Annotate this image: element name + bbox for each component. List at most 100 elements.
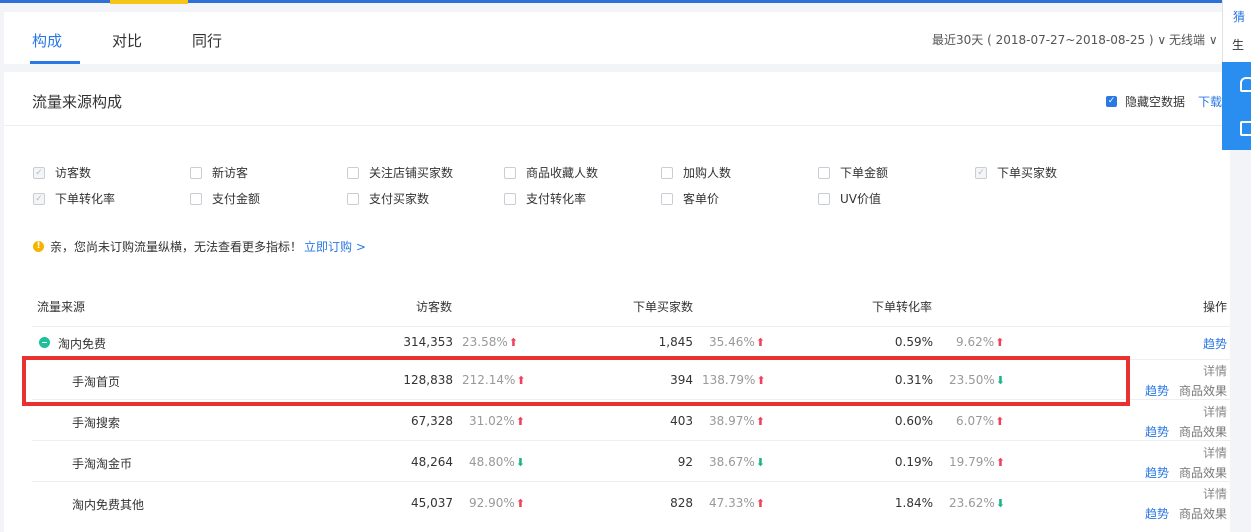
detail-link[interactable]: 详情 [1203,485,1227,502]
conversion-change: 6.07% ⬆ [956,414,1004,428]
arrow-down-icon: ⬇ [755,455,765,469]
arrow-up-icon: ⬆ [995,414,1005,428]
device-selector[interactable]: 无线端 ∨ [1169,31,1218,48]
divider [32,326,1230,327]
visitors-value: 48,264 [411,455,453,469]
side-panel-title: 猜 [1233,10,1246,24]
metric-order-amount[interactable]: 下单金额 [818,164,888,181]
subscription-notice: ! 亲，您尚未订购流量纵横，无法查看更多指标！ 立即订购 > [33,238,366,255]
trend-link[interactable]: 趋势 [1145,505,1169,522]
arrow-up-icon: ⬆ [515,414,525,428]
buyers-value: 828 [670,496,693,510]
change-value: 38.97% [709,414,755,428]
change-value: 9.62% [956,335,995,349]
item-effect-link[interactable]: 商品效果 [1179,505,1227,522]
hide-empty-checkbox[interactable]: ✓ 隐藏空数据 [1106,93,1185,110]
side-bell-button[interactable] [1222,62,1251,106]
item-effect-link[interactable]: 商品效果 [1179,382,1227,399]
download-link[interactable]: 下载 [1198,93,1222,110]
metric-label: 下单金额 [840,166,889,180]
arrow-up-icon: ⬆ [995,455,1005,469]
tabs-bar: 构成 对比 同行 最近30天 ( 2018-07-27~2018-08-25 )… [4,12,1230,64]
source-name: 手淘搜索 [72,416,121,430]
metric-new-visitors[interactable]: 新访客 [190,164,248,181]
arrow-up-icon: ⬆ [515,496,525,510]
visitors-change: 48.80% ⬇ [469,455,525,469]
trend-link[interactable]: 趋势 [1145,382,1169,399]
traffic-source-panel: 流量来源构成 ✓ 隐藏空数据 下载 ✓ 访客数 新访客 关注店铺买家数 商品收藏… [4,72,1230,532]
metric-uv-value[interactable]: UV价值 [818,190,881,207]
buyers-value: 1,845 [658,335,693,349]
date-range-selector[interactable]: 最近30天 ( 2018-07-27~2018-08-25 ) ∨ [932,31,1166,48]
metric-label: UV价值 [840,192,881,206]
checkbox-icon [661,192,673,205]
metric-order-conversion[interactable]: ✓ 下单转化率 [33,190,115,207]
change-value: 92.90% [469,496,515,510]
change-value: 47.33% [709,496,755,510]
arrow-up-icon: ⬆ [755,496,765,510]
visitors-change: 92.90% ⬆ [469,496,525,510]
source-name: 淘内免费其他 [72,498,145,512]
detail-link[interactable]: 详情 [1203,403,1227,420]
trend-link[interactable]: 趋势 [1145,464,1169,481]
metric-pay-amount[interactable]: 支付金额 [190,190,260,207]
side-panel-subtitle: 生 [1232,38,1245,52]
tab-peers[interactable]: 同行 [192,30,222,51]
side-panel-header[interactable]: 猜 生 [1222,0,1251,62]
source-name: 淘内免费 [58,337,107,351]
header-actions: 操作 [1203,300,1228,314]
metric-add-to-cart[interactable]: 加购人数 [661,164,731,181]
metric-label: 下单买家数 [997,166,1058,180]
trend-link[interactable]: 趋势 [1203,335,1227,352]
conversion-value: 0.19% [894,455,933,469]
change-value: 23.62% [949,496,995,510]
detail-link[interactable]: 详情 [1203,444,1227,461]
checkbox-icon [347,192,359,205]
visitors-value: 314,353 [403,335,453,349]
change-value: 35.46% [709,335,755,349]
checkbox-icon [504,166,516,179]
checkbox-checked-icon: ✓ [1106,96,1117,107]
metric-shop-followers[interactable]: 关注店铺买家数 [347,164,453,181]
checkbox-icon [190,192,202,205]
tab-compare[interactable]: 对比 [112,30,142,51]
header-visitors: 访客数 [416,300,453,314]
metric-item-favorites[interactable]: 商品收藏人数 [504,164,598,181]
item-effect-link[interactable]: 商品效果 [1179,464,1227,481]
collapse-icon[interactable] [39,337,50,348]
metric-label: 新访客 [212,166,249,180]
metric-pay-buyers[interactable]: 支付买家数 [347,190,429,207]
metric-label: 支付转化率 [526,192,587,206]
change-value: 38.67% [709,455,755,469]
metric-visitors[interactable]: ✓ 访客数 [33,164,91,181]
subscribe-link[interactable]: 立即订购 > [304,238,366,255]
feedback-icon [1240,121,1251,136]
metric-label: 加购人数 [683,166,732,180]
active-tab-indicator [30,61,80,64]
metric-label: 支付金额 [212,192,261,206]
change-value: 6.07% [956,414,995,428]
metric-pay-conversion[interactable]: 支付转化率 [504,190,586,207]
metric-order-buyers[interactable]: ✓ 下单买家数 [975,164,1057,181]
change-value: 23.58% [462,335,508,349]
item-effect-link[interactable]: 商品效果 [1179,423,1227,440]
visitors-value: 67,328 [411,414,453,428]
change-value: 19.79% [949,455,995,469]
side-feedback-button[interactable] [1222,106,1251,150]
conversion-change: 9.62% ⬆ [956,335,1004,349]
change-value: 48.80% [469,455,515,469]
arrow-up-icon: ⬆ [508,335,518,349]
checkbox-icon [818,192,830,205]
metric-label: 下单转化率 [55,192,116,206]
metric-label: 关注店铺买家数 [369,166,454,180]
detail-link[interactable]: 详情 [1203,362,1227,379]
trend-link[interactable]: 趋势 [1145,423,1169,440]
metric-avg-order-value[interactable]: 客单价 [661,190,719,207]
visitors-value: 45,037 [411,496,453,510]
divider [32,440,1230,441]
tab-composition[interactable]: 构成 [32,30,62,51]
checkbox-icon [504,192,516,205]
conversion-value: 1.84% [894,496,933,510]
arrow-down-icon: ⬇ [995,496,1005,510]
visitors-change: 31.02% ⬆ [469,414,525,428]
